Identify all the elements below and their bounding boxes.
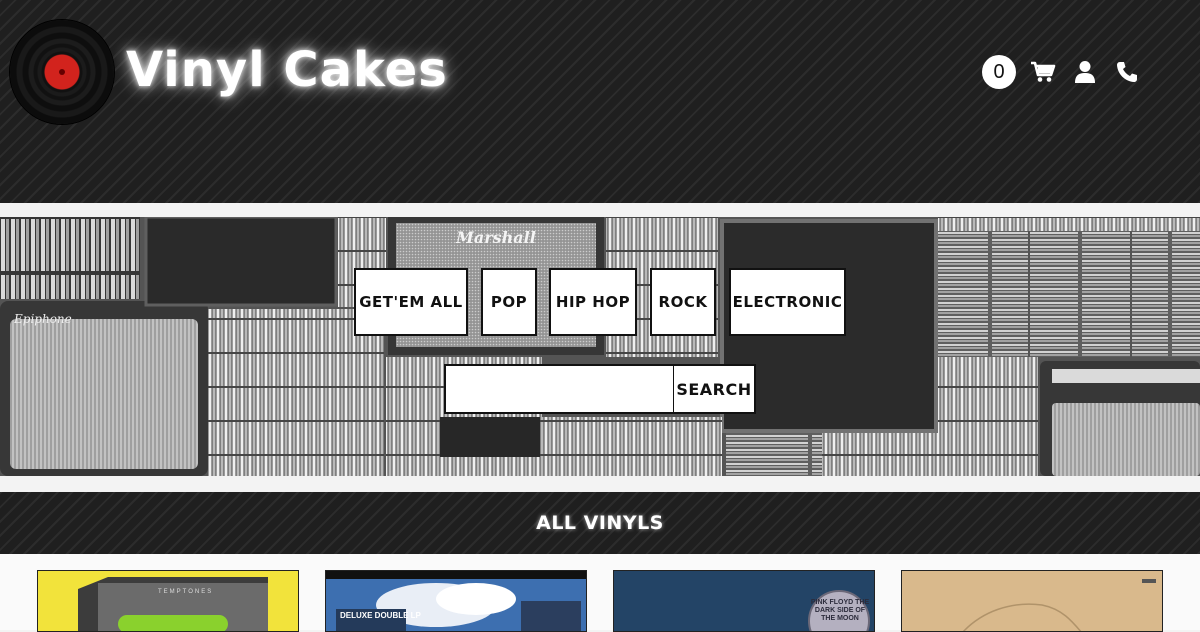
product-grid: TEMPTONES DELUXE DOUBLE LP PINK FLOYD TH… [0, 554, 1200, 632]
search-button[interactable]: SEARCH [673, 366, 754, 412]
cart-icon[interactable] [1028, 57, 1058, 87]
album-cover-image [902, 571, 1162, 631]
product-card[interactable]: DELUXE DOUBLE LP [325, 570, 587, 632]
phone-icon[interactable] [1112, 57, 1142, 87]
svg-text:TEMPTONES: TEMPTONES [158, 589, 213, 595]
header-nav: 0 [982, 54, 1142, 90]
search-input[interactable] [446, 366, 673, 412]
section-header: ALL VINYLS [0, 492, 1200, 554]
genre-button-hip-hop[interactable]: HIP HOP [549, 268, 637, 336]
hero-background-image: Epiphone Marshall [0, 217, 1200, 476]
user-icon[interactable] [1070, 57, 1100, 87]
genre-button-all[interactable]: GET'EM ALL [354, 268, 468, 336]
cart-count-badge[interactable]: 0 [982, 55, 1016, 89]
product-card[interactable]: PINK FLOYD THE DARK SIDE OF THE MOON [613, 570, 875, 632]
genre-button-rock[interactable]: ROCK [650, 268, 716, 336]
product-card[interactable]: TEMPTONES [37, 570, 299, 632]
genre-button-pop[interactable]: POP [481, 268, 537, 336]
hero-banner: Epiphone Marshall GET'EM ALL POP HIP HOP [0, 217, 1200, 476]
vinyl-record-logo[interactable] [10, 20, 114, 124]
site-title[interactable]: Vinyl Cakes [126, 42, 448, 98]
product-card[interactable] [901, 570, 1163, 632]
album-cover-image: TEMPTONES [38, 571, 298, 631]
search-form: SEARCH [444, 364, 756, 414]
genre-button-electronic[interactable]: ELECTRONIC [729, 268, 846, 336]
site-header: Vinyl Cakes 0 [0, 0, 1200, 203]
album-cover-image [326, 571, 586, 631]
section-title: ALL VINYLS [536, 512, 664, 534]
